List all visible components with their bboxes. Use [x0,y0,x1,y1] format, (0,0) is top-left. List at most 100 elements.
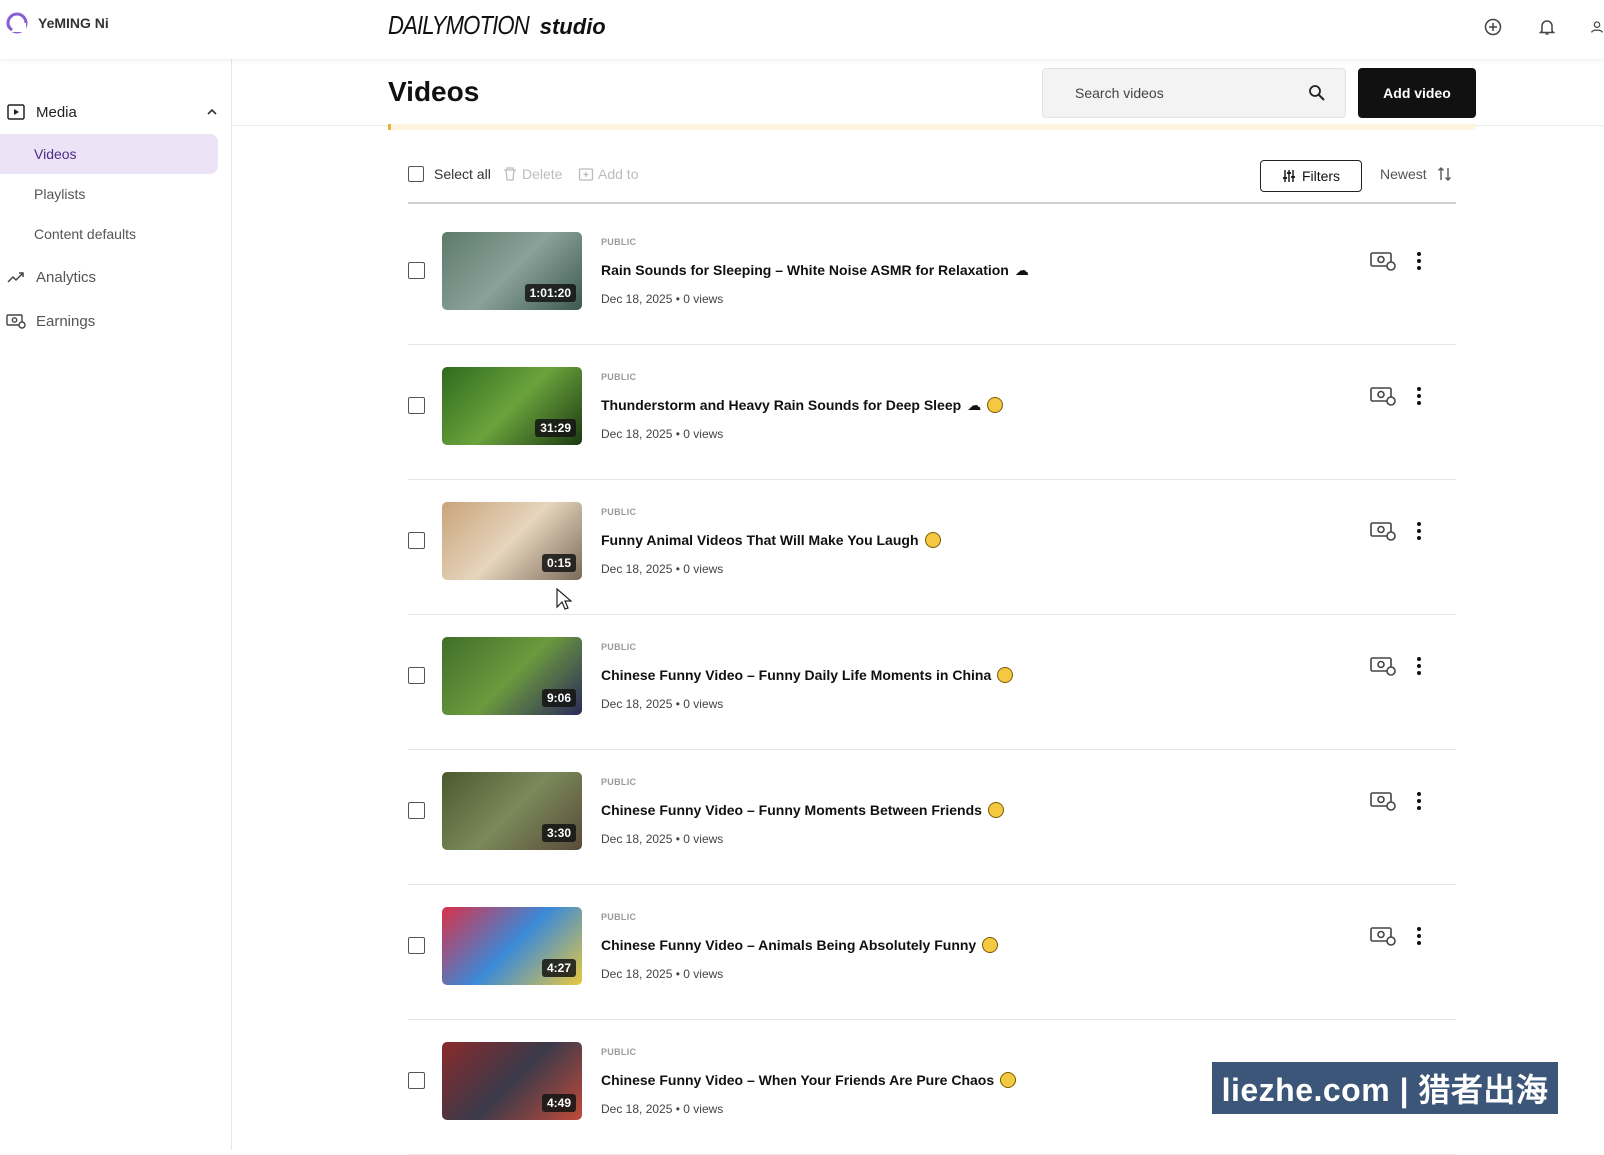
video-views: 0 views [683,292,724,306]
sidebar-item-videos[interactable]: Videos [0,134,218,174]
sort-dropdown[interactable]: Newest [1380,166,1453,182]
video-checkbox[interactable] [408,262,425,279]
sort-arrows-icon [1437,167,1451,181]
video-title[interactable]: Funny Animal Videos That Will Make You L… [601,532,941,548]
mouse-cursor-icon [556,588,572,610]
video-title-text: Chinese Funny Video – Funny Daily Life M… [601,667,992,683]
delete-label: Delete [522,166,563,182]
video-meta: Dec 18, 2025 • 0 views [601,967,724,981]
more-options-icon[interactable] [1412,655,1426,677]
add-circle-icon[interactable] [1482,16,1504,38]
money-icon [6,311,26,331]
video-date: Dec 18, 2025 [601,427,673,441]
sidebar-section-earnings[interactable]: Earnings [0,303,232,339]
video-checkbox[interactable] [408,532,425,549]
search-box [1042,68,1346,118]
bell-icon[interactable] [1536,16,1558,38]
more-options-icon[interactable] [1412,250,1426,272]
video-title-text: Thunderstorm and Heavy Rain Sounds for D… [601,397,962,413]
video-checkbox[interactable] [408,1072,425,1089]
video-title[interactable]: Thunderstorm and Heavy Rain Sounds for D… [601,397,1004,414]
search-icon[interactable] [1307,83,1327,103]
video-thumbnail[interactable]: 4:49 [442,1042,582,1120]
filters-button[interactable]: Filters [1260,160,1362,192]
video-meta: Dec 18, 2025 • 0 views [601,292,724,306]
video-checkbox[interactable] [408,937,425,954]
video-checkbox[interactable] [408,397,425,414]
select-all-checkbox[interactable] [408,166,424,182]
account-switcher[interactable]: YeMING Ni [6,12,109,34]
video-thumbnail[interactable]: 9:06 [442,637,582,715]
chevron-up-icon[interactable] [206,106,218,118]
logo-sub-text: studio [539,14,606,39]
monetization-icon[interactable] [1370,790,1396,812]
monetization-icon[interactable] [1370,385,1396,407]
visibility-label: PUBLIC [601,777,637,787]
video-thumbnail[interactable]: 1:01:20 [442,232,582,310]
delete-button[interactable]: Delete [502,166,562,182]
video-title-text: Rain Sounds for Sleeping – White Noise A… [601,262,1009,278]
video-date: Dec 18, 2025 [601,1102,673,1116]
add-to-folder-icon [578,168,594,181]
video-checkbox[interactable] [408,802,425,819]
media-play-icon [6,102,26,122]
add-video-button[interactable]: Add video [1358,68,1476,118]
video-title[interactable]: Chinese Funny Video – Animals Being Abso… [601,937,999,953]
sidebar-section-media[interactable]: Media [0,94,232,130]
sidebar-earnings-label: Earnings [36,312,96,330]
video-views: 0 views [683,562,724,576]
filters-label: Filters [1301,168,1341,184]
video-date: Dec 18, 2025 [601,562,673,576]
video-checkbox[interactable] [408,667,425,684]
video-date: Dec 18, 2025 [601,697,673,711]
sidebar-item-content-defaults[interactable]: Content defaults [0,214,218,254]
sidebar-section-analytics[interactable]: Analytics [0,259,232,295]
video-title[interactable]: Chinese Funny Video – Funny Daily Life M… [601,667,1014,683]
video-duration: 4:49 [541,1094,576,1112]
video-date: Dec 18, 2025 [601,967,673,981]
video-views: 0 views [683,697,724,711]
video-thumbnail[interactable]: 4:27 [442,907,582,985]
video-meta: Dec 18, 2025 • 0 views [601,832,724,846]
logo-main-text: DAILYMOTION [388,10,530,40]
sidebar-item-playlists[interactable]: Playlists [0,174,218,214]
monetization-icon[interactable] [1370,655,1396,677]
more-options-icon[interactable] [1412,385,1426,407]
more-options-icon[interactable] [1412,790,1426,812]
top-bar: YeMING Ni DAILYMOTION studio [0,0,1604,59]
monetization-icon[interactable] [1370,250,1396,272]
visibility-label: PUBLIC [601,237,637,247]
watermark: liezhe.com | 猎者出海 [1212,1062,1558,1114]
user-icon[interactable] [1590,16,1604,38]
visibility-label: PUBLIC [601,507,637,517]
search-input[interactable] [1043,69,1293,117]
dailymotion-studio-logo[interactable]: DAILYMOTION studio [388,10,606,41]
select-all-label[interactable]: Select all [434,166,491,182]
trash-icon [504,167,516,181]
visibility-label: PUBLIC [601,642,637,652]
video-thumbnail[interactable]: 0:15 [442,502,582,580]
video-thumbnail[interactable]: 31:29 [442,367,582,445]
visibility-label: PUBLIC [601,372,637,382]
monetization-icon[interactable] [1370,925,1396,947]
more-options-icon[interactable] [1412,925,1426,947]
video-date: Dec 18, 2025 [601,832,673,846]
video-row: 1:01:20 PUBLIC Rain Sounds for Sleeping – … [408,210,1456,345]
video-title[interactable]: Chinese Funny Video – Funny Moments Betw… [601,802,1004,818]
sidebar-media-label: Media [36,103,77,121]
video-title-text: Chinese Funny Video – When Your Friends … [601,1072,995,1088]
more-options-icon[interactable] [1412,520,1426,542]
monetization-icon[interactable] [1370,520,1396,542]
add-to-button[interactable]: Add to [578,166,638,182]
laughing-emoji-icon [997,667,1014,683]
video-thumbnail[interactable]: 3:30 [442,772,582,850]
visibility-label: PUBLIC [601,912,637,922]
video-title[interactable]: Rain Sounds for Sleeping – White Noise A… [601,262,1029,279]
video-title-text: Funny Animal Videos That Will Make You L… [601,532,919,548]
video-views: 0 views [683,832,724,846]
page-header: Videos Add video [388,68,1476,120]
video-row: 4:27 PUBLIC Chinese Funny Video – Animals … [408,885,1456,1020]
video-title[interactable]: Chinese Funny Video – When Your Friends … [601,1072,1017,1088]
video-title-text: Chinese Funny Video – Funny Moments Betw… [601,802,982,818]
video-row: 9:06 PUBLIC Chinese Funny Video – Funny Da… [408,615,1456,750]
